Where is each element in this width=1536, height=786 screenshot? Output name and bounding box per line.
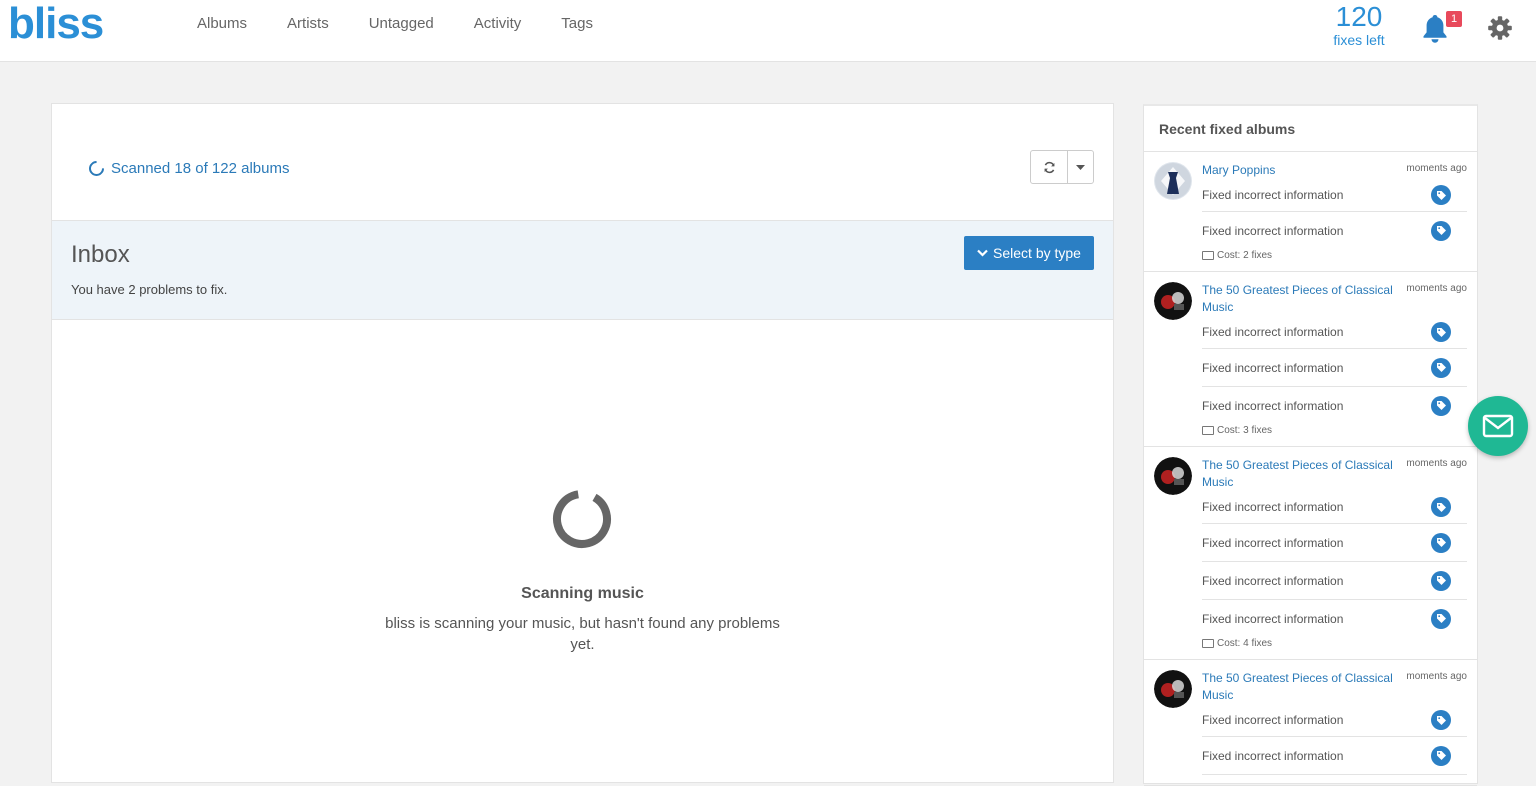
tag-icon[interactable] bbox=[1431, 322, 1451, 342]
empty-state-description: bliss is scanning your music, but hasn't… bbox=[385, 615, 780, 653]
inbox-subtitle: You have 2 problems to fix. bbox=[71, 282, 228, 297]
album-card: The 50 Greatest Pieces of Classical Musi… bbox=[1144, 272, 1477, 447]
fix-description: Fixed incorrect information bbox=[1202, 325, 1344, 339]
fix-description: Fixed incorrect information bbox=[1202, 188, 1344, 202]
main-nav: Albums Artists Untagged Activity Tags bbox=[197, 15, 633, 33]
album-cost: Cost: 3 fixes bbox=[1202, 425, 1467, 436]
album-name[interactable]: The 50 Greatest Pieces of Classical Musi… bbox=[1202, 282, 1402, 316]
album-cover[interactable] bbox=[1154, 670, 1192, 708]
refresh-button[interactable] bbox=[1031, 151, 1068, 183]
caret-down-icon bbox=[1076, 164, 1085, 170]
chevron-down-icon bbox=[977, 249, 988, 257]
album-card: The 50 Greatest Pieces of Classical Musi… bbox=[1144, 447, 1477, 660]
tag-icon[interactable] bbox=[1431, 357, 1451, 378]
fix-item: Fixed incorrect information bbox=[1202, 600, 1467, 637]
envelope-icon bbox=[1482, 414, 1514, 438]
inbox-header: Inbox You have 2 problems to fix. Select… bbox=[52, 220, 1113, 320]
money-icon bbox=[1202, 639, 1214, 648]
tag-icon[interactable] bbox=[1431, 395, 1451, 416]
album-cost-text: Cost: 4 fixes bbox=[1217, 638, 1273, 649]
nav-artists[interactable]: Artists bbox=[287, 15, 329, 33]
album-cost: Cost: 4 fixes bbox=[1202, 638, 1467, 649]
scan-status: Scanned 18 of 122 albums bbox=[85, 157, 290, 180]
fix-item: Fixed incorrect information bbox=[1202, 491, 1467, 524]
fix-description: Fixed incorrect information bbox=[1202, 748, 1344, 763]
scanning-spinner-icon bbox=[553, 490, 611, 548]
fix-description: Fixed incorrect information bbox=[1202, 713, 1344, 727]
money-icon bbox=[1202, 251, 1214, 260]
select-by-type-button[interactable]: Select by type bbox=[964, 236, 1094, 270]
album-name[interactable]: The 50 Greatest Pieces of Classical Musi… bbox=[1202, 670, 1402, 704]
inbox-panel: Scanned 18 of 122 albums Inbox You have … bbox=[51, 103, 1114, 783]
fix-item: Fixed incorrect information bbox=[1202, 524, 1467, 562]
fix-item: Fixed incorrect information bbox=[1202, 179, 1467, 212]
album-name[interactable]: Mary Poppins bbox=[1202, 162, 1402, 179]
nav-albums[interactable]: Albums bbox=[197, 15, 247, 33]
fix-item: Fixed incorrect information bbox=[1202, 387, 1467, 424]
fix-description: Fixed incorrect information bbox=[1202, 535, 1344, 550]
album-cover[interactable] bbox=[1154, 162, 1192, 200]
album-time: moments ago bbox=[1406, 458, 1467, 469]
sidebar-title: Recent fixed albums bbox=[1144, 106, 1477, 152]
fixes-left-counter[interactable]: 120 fixes left bbox=[1320, 1, 1398, 49]
empty-state-title: Scanning music bbox=[521, 585, 644, 602]
fix-description: Fixed incorrect information bbox=[1202, 398, 1344, 413]
refresh-icon bbox=[1044, 161, 1054, 173]
album-card: The 50 Greatest Pieces of Classical Musi… bbox=[1144, 660, 1477, 786]
fix-item: Fixed incorrect information bbox=[1202, 212, 1467, 249]
refresh-dropdown-toggle[interactable] bbox=[1068, 151, 1093, 183]
nav-activity[interactable]: Activity bbox=[474, 15, 522, 33]
tag-icon[interactable] bbox=[1431, 532, 1451, 553]
fixes-label: fixes left bbox=[1333, 32, 1385, 48]
notification-badge: 1 bbox=[1446, 11, 1462, 27]
fix-description: Fixed incorrect information bbox=[1202, 500, 1344, 514]
fix-description: Fixed incorrect information bbox=[1202, 573, 1344, 588]
album-cover[interactable] bbox=[1154, 282, 1192, 320]
tag-icon[interactable] bbox=[1431, 570, 1451, 591]
tag-icon[interactable] bbox=[1431, 220, 1451, 241]
tag-icon[interactable] bbox=[1431, 710, 1451, 730]
album-name[interactable]: The 50 Greatest Pieces of Classical Musi… bbox=[1202, 457, 1402, 491]
album-time: moments ago bbox=[1406, 163, 1467, 174]
fix-item: Fixed incorrect information bbox=[1202, 316, 1467, 349]
bliss-logo[interactable]: bliss bbox=[8, 0, 104, 48]
money-icon bbox=[1202, 426, 1214, 435]
top-navbar: bliss Albums Artists Untagged Activity T… bbox=[0, 0, 1536, 62]
fix-item: Fixed incorrect information bbox=[1202, 704, 1467, 737]
fix-description: Fixed incorrect information bbox=[1202, 223, 1344, 238]
loading-spinner-icon bbox=[85, 157, 108, 180]
gear-icon[interactable] bbox=[1487, 15, 1513, 41]
album-card: Mary Poppins moments ago Fixed incorrect… bbox=[1144, 152, 1477, 272]
album-cover[interactable] bbox=[1154, 457, 1192, 495]
select-by-type-label: Select by type bbox=[993, 245, 1081, 261]
fix-description: Fixed incorrect information bbox=[1202, 360, 1344, 375]
nav-untagged[interactable]: Untagged bbox=[369, 15, 434, 33]
album-time: moments ago bbox=[1406, 283, 1467, 294]
tag-icon[interactable] bbox=[1431, 185, 1451, 205]
tag-icon[interactable] bbox=[1431, 745, 1451, 766]
contact-mail-button[interactable] bbox=[1468, 396, 1528, 456]
recent-fixed-albums-panel: Recent fixed albums Mary Poppins moments… bbox=[1143, 104, 1478, 786]
fix-item: Fixed incorrect information bbox=[1202, 349, 1467, 387]
refresh-split-button bbox=[1030, 150, 1094, 184]
fix-description: Fixed incorrect information bbox=[1202, 611, 1344, 626]
tag-icon[interactable] bbox=[1431, 608, 1451, 629]
album-cost-text: Cost: 3 fixes bbox=[1217, 425, 1273, 436]
fixes-count: 120 bbox=[1335, 1, 1383, 32]
tag-icon[interactable] bbox=[1431, 497, 1451, 517]
album-cost: Cost: 2 fixes bbox=[1202, 250, 1467, 261]
fix-item: Fixed incorrect information bbox=[1202, 737, 1467, 775]
album-cost-text: Cost: 2 fixes bbox=[1217, 250, 1273, 261]
album-time: moments ago bbox=[1406, 671, 1467, 682]
fix-item: Fixed incorrect information bbox=[1202, 562, 1467, 600]
inbox-title: Inbox bbox=[71, 241, 130, 268]
nav-tags[interactable]: Tags bbox=[561, 15, 593, 33]
scan-status-text: Scanned 18 of 122 albums bbox=[111, 160, 290, 177]
